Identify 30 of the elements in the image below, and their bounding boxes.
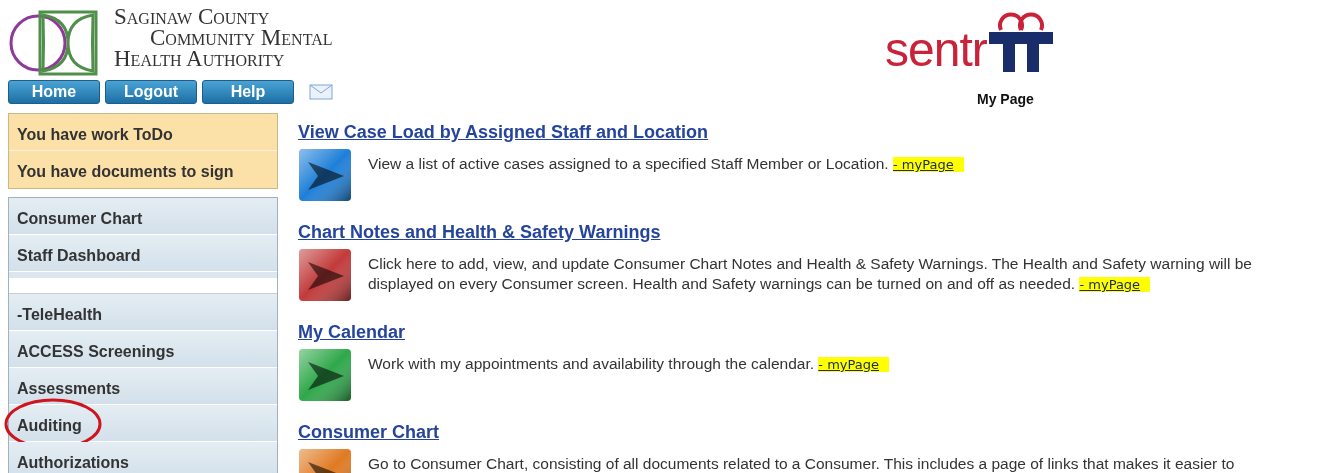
nav-button[interactable]: Home <box>8 80 100 104</box>
mypage-link[interactable]: - myPage <box>893 157 964 172</box>
section-link[interactable]: My Calendar <box>298 322 406 342</box>
nav-button[interactable]: Help <box>202 80 294 104</box>
arrow-icon[interactable] <box>298 148 352 202</box>
section-link[interactable]: View Case Load by Assigned Staff and Location <box>298 122 709 142</box>
arrow-icon[interactable] <box>298 248 352 302</box>
description-text: Click here to add, view, and update Consumer Chart Notes and Health & Safety Warnings. The Health and Safety warning will be displayed on every Consumer screen. Health and Safety warnings can be turned on and off as needed. - myPage <box>368 254 1253 294</box>
alert-link[interactable]: You have work ToDo <box>9 114 277 151</box>
arrow-icon[interactable] <box>298 348 352 402</box>
organization-name: Saginaw County Community Mental Health Authority <box>114 6 333 69</box>
menu-item[interactable]: Auditing <box>9 405 277 442</box>
menu-item[interactable]: ACCESS Screenings <box>9 331 277 368</box>
menu-item[interactable]: -TeleHealth <box>9 294 277 331</box>
section-link[interactable]: Chart Notes and Health & Safety Warnings <box>298 222 661 242</box>
product-logo-text: sentr <box>885 26 987 74</box>
nav-button[interactable]: Logout <box>105 80 197 104</box>
description-text: View a list of active cases assigned to a specified Staff Member or Location. - myPage <box>368 148 970 202</box>
mypage-link[interactable]: - myPage <box>818 357 889 372</box>
mypage-link[interactable]: - myPage <box>1079 277 1151 292</box>
description-text: Work with my appointments and availability through the calendar. - myPage <box>368 348 895 402</box>
menu-item[interactable]: Assessments <box>9 368 277 405</box>
page-title: My Page <box>977 90 1034 109</box>
menu-item[interactable]: Authorizations <box>9 442 277 473</box>
alert-link[interactable]: You have documents to sign <box>9 151 277 188</box>
menu-item[interactable]: Staff Dashboard <box>9 235 277 272</box>
logo-icon <box>8 9 100 77</box>
menu-item[interactable]: Consumer Chart <box>9 198 277 235</box>
description-text: Go to Consumer Chart, consisting of all documents related to a Consumer. This includes a page of links that makes it easier to <box>368 454 1236 473</box>
section-link[interactable]: Consumer Chart <box>298 422 440 442</box>
